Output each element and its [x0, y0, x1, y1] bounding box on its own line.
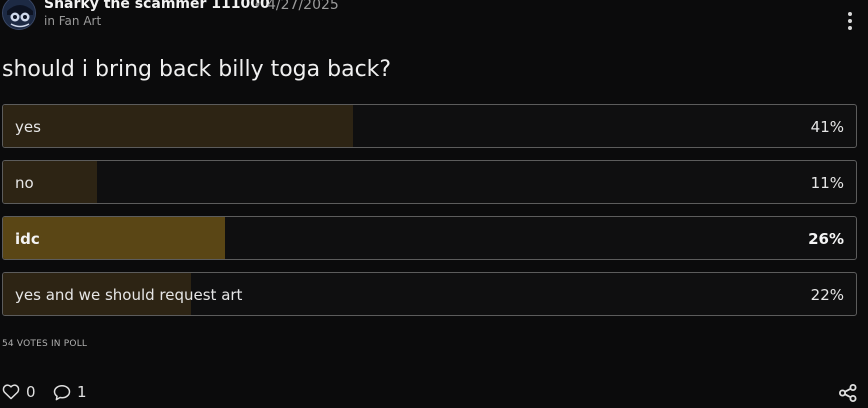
comment-icon — [53, 384, 71, 400]
poll-option-yes-request-art[interactable]: yes and we should request art 22% — [2, 272, 857, 316]
post-header: Sharky the scammer 111000 • 4/27/2025 in… — [0, 0, 868, 32]
like-count: 0 — [26, 383, 36, 401]
author-name[interactable]: Sharky the scammer 111000 — [44, 0, 270, 12]
poll-option-label: no — [15, 174, 34, 192]
more-vertical-icon[interactable] — [842, 12, 858, 34]
like-button[interactable]: 0 — [2, 382, 36, 402]
poll-option-percent: 22% — [810, 286, 844, 304]
poll-option-label: idc — [15, 230, 40, 248]
header-separator: • — [255, 0, 260, 12]
poll-option-percent: 41% — [810, 118, 844, 136]
poll-option-idc[interactable]: idc 26% — [2, 216, 857, 260]
poll-option-yes[interactable]: yes 41% — [2, 104, 857, 148]
heart-icon — [2, 384, 20, 400]
poll-option-fill — [3, 105, 353, 147]
poll-option-percent: 11% — [810, 174, 844, 192]
community-link[interactable]: in Fan Art — [44, 14, 101, 28]
poll-question: should i bring back billy toga back? — [2, 57, 392, 82]
share-icon — [839, 384, 857, 402]
poll-option-label: yes — [15, 118, 41, 136]
poll-vote-count: 54 VOTES IN POLL — [2, 339, 88, 349]
poll-option-no[interactable]: no 11% — [2, 160, 857, 204]
avatar-image — [3, 0, 35, 29]
share-button[interactable] — [838, 383, 858, 403]
poll-option-percent: 26% — [808, 230, 844, 248]
comment-button[interactable]: 1 — [53, 382, 87, 402]
post-date: 4/27/2025 — [267, 0, 339, 13]
avatar[interactable] — [2, 0, 36, 30]
poll-post: Sharky the scammer 111000 • 4/27/2025 in… — [0, 0, 868, 408]
poll-option-label: yes and we should request art — [15, 286, 243, 304]
comment-count: 1 — [77, 383, 87, 401]
